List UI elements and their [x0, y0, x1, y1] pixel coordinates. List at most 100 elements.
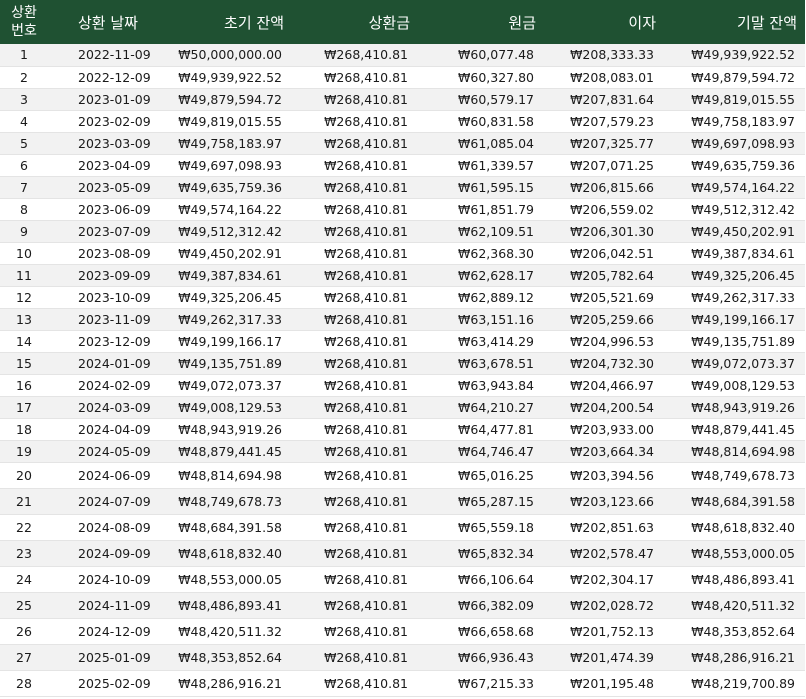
cell-interest[interactable]: ₩203,394.56: [544, 462, 664, 489]
cell-payment-date[interactable]: 2024-07-09: [48, 488, 168, 515]
cell-start-balance[interactable]: ₩48,286,916.21: [168, 670, 292, 697]
cell-interest[interactable]: ₩201,195.48: [544, 670, 664, 697]
cell-payment[interactable]: ₩268,410.81: [292, 352, 418, 375]
cell-start-balance[interactable]: ₩49,819,015.55: [168, 110, 292, 133]
cell-principal[interactable]: ₩65,287.15: [418, 488, 544, 515]
cell-payment-number[interactable]: 5: [0, 132, 48, 155]
cell-payment[interactable]: ₩268,410.81: [292, 374, 418, 397]
header-payment-number[interactable]: 상환 번호: [0, 0, 48, 44]
cell-payment[interactable]: ₩268,410.81: [292, 488, 418, 515]
cell-interest[interactable]: ₩203,933.00: [544, 418, 664, 441]
cell-end-balance[interactable]: ₩49,512,312.42: [664, 198, 805, 221]
cell-payment-date[interactable]: 2023-10-09: [48, 286, 168, 309]
cell-payment-number[interactable]: 10: [0, 242, 48, 265]
cell-payment-date[interactable]: 2023-06-09: [48, 198, 168, 221]
cell-payment[interactable]: ₩268,410.81: [292, 308, 418, 331]
cell-interest[interactable]: ₩206,301.30: [544, 220, 664, 243]
cell-end-balance[interactable]: ₩49,879,594.72: [664, 66, 805, 89]
cell-end-balance[interactable]: ₩48,684,391.58: [664, 488, 805, 515]
cell-payment[interactable]: ₩268,410.81: [292, 198, 418, 221]
cell-payment-date[interactable]: 2023-11-09: [48, 308, 168, 331]
cell-end-balance[interactable]: ₩49,758,183.97: [664, 110, 805, 133]
cell-start-balance[interactable]: ₩49,635,759.36: [168, 176, 292, 199]
cell-start-balance[interactable]: ₩50,000,000.00: [168, 44, 292, 67]
cell-start-balance[interactable]: ₩48,943,919.26: [168, 418, 292, 441]
cell-interest[interactable]: ₩205,259.66: [544, 308, 664, 331]
cell-payment-date[interactable]: 2022-12-09: [48, 66, 168, 89]
cell-start-balance[interactable]: ₩48,879,441.45: [168, 440, 292, 463]
cell-interest[interactable]: ₩202,578.47: [544, 540, 664, 567]
cell-payment[interactable]: ₩268,410.81: [292, 176, 418, 199]
cell-end-balance[interactable]: ₩49,072,073.37: [664, 352, 805, 375]
cell-payment[interactable]: ₩268,410.81: [292, 132, 418, 155]
cell-payment-number[interactable]: 23: [0, 540, 48, 567]
cell-payment[interactable]: ₩268,410.81: [292, 286, 418, 309]
cell-interest[interactable]: ₩203,123.66: [544, 488, 664, 515]
header-principal[interactable]: 원금: [418, 0, 544, 44]
cell-payment[interactable]: ₩268,410.81: [292, 110, 418, 133]
cell-payment[interactable]: ₩268,410.81: [292, 44, 418, 67]
cell-payment[interactable]: ₩268,410.81: [292, 540, 418, 567]
cell-principal[interactable]: ₩61,595.15: [418, 176, 544, 199]
cell-payment-date[interactable]: 2024-03-09: [48, 396, 168, 419]
cell-payment-number[interactable]: 22: [0, 514, 48, 541]
cell-end-balance[interactable]: ₩49,635,759.36: [664, 154, 805, 177]
cell-principal[interactable]: ₩65,016.25: [418, 462, 544, 489]
cell-payment-number[interactable]: 4: [0, 110, 48, 133]
cell-interest[interactable]: ₩205,521.69: [544, 286, 664, 309]
cell-payment-number[interactable]: 19: [0, 440, 48, 463]
cell-end-balance[interactable]: ₩48,618,832.40: [664, 514, 805, 541]
cell-payment[interactable]: ₩268,410.81: [292, 330, 418, 353]
cell-end-balance[interactable]: ₩49,008,129.53: [664, 374, 805, 397]
cell-payment-number[interactable]: 7: [0, 176, 48, 199]
cell-payment-number[interactable]: 16: [0, 374, 48, 397]
cell-payment[interactable]: ₩268,410.81: [292, 462, 418, 489]
cell-payment-date[interactable]: 2025-01-09: [48, 644, 168, 671]
cell-payment[interactable]: ₩268,410.81: [292, 618, 418, 645]
cell-payment-date[interactable]: 2023-05-09: [48, 176, 168, 199]
cell-payment[interactable]: ₩268,410.81: [292, 396, 418, 419]
cell-payment-number[interactable]: 20: [0, 462, 48, 489]
cell-interest[interactable]: ₩206,042.51: [544, 242, 664, 265]
cell-start-balance[interactable]: ₩49,697,098.93: [168, 154, 292, 177]
cell-principal[interactable]: ₩64,477.81: [418, 418, 544, 441]
cell-payment-date[interactable]: 2023-02-09: [48, 110, 168, 133]
cell-end-balance[interactable]: ₩48,219,700.89: [664, 670, 805, 697]
cell-end-balance[interactable]: ₩49,450,202.91: [664, 220, 805, 243]
cell-principal[interactable]: ₩65,832.34: [418, 540, 544, 567]
cell-payment-date[interactable]: 2024-04-09: [48, 418, 168, 441]
header-end-balance[interactable]: 기말 잔액: [664, 0, 805, 44]
header-start-balance[interactable]: 초기 잔액: [168, 0, 292, 44]
cell-payment-date[interactable]: 2024-06-09: [48, 462, 168, 489]
cell-start-balance[interactable]: ₩48,486,893.41: [168, 592, 292, 619]
cell-start-balance[interactable]: ₩49,135,751.89: [168, 352, 292, 375]
cell-interest[interactable]: ₩204,732.30: [544, 352, 664, 375]
cell-payment-number[interactable]: 25: [0, 592, 48, 619]
cell-principal[interactable]: ₩60,579.17: [418, 88, 544, 111]
cell-end-balance[interactable]: ₩49,262,317.33: [664, 286, 805, 309]
cell-principal[interactable]: ₩66,658.68: [418, 618, 544, 645]
cell-end-balance[interactable]: ₩48,749,678.73: [664, 462, 805, 489]
cell-payment-number[interactable]: 27: [0, 644, 48, 671]
cell-interest[interactable]: ₩208,333.33: [544, 44, 664, 67]
cell-payment[interactable]: ₩268,410.81: [292, 264, 418, 287]
cell-payment-number[interactable]: 21: [0, 488, 48, 515]
cell-start-balance[interactable]: ₩49,939,922.52: [168, 66, 292, 89]
cell-start-balance[interactable]: ₩48,353,852.64: [168, 644, 292, 671]
cell-interest[interactable]: ₩201,474.39: [544, 644, 664, 671]
cell-payment-date[interactable]: 2024-10-09: [48, 566, 168, 593]
cell-interest[interactable]: ₩206,559.02: [544, 198, 664, 221]
cell-payment-number[interactable]: 13: [0, 308, 48, 331]
cell-payment[interactable]: ₩268,410.81: [292, 644, 418, 671]
cell-interest[interactable]: ₩206,815.66: [544, 176, 664, 199]
cell-end-balance[interactable]: ₩48,353,852.64: [664, 618, 805, 645]
cell-payment[interactable]: ₩268,410.81: [292, 242, 418, 265]
cell-end-balance[interactable]: ₩48,420,511.32: [664, 592, 805, 619]
cell-payment-date[interactable]: 2023-08-09: [48, 242, 168, 265]
cell-interest[interactable]: ₩204,200.54: [544, 396, 664, 419]
cell-start-balance[interactable]: ₩49,758,183.97: [168, 132, 292, 155]
cell-payment-number[interactable]: 17: [0, 396, 48, 419]
cell-interest[interactable]: ₩204,466.97: [544, 374, 664, 397]
cell-principal[interactable]: ₩63,414.29: [418, 330, 544, 353]
cell-principal[interactable]: ₩60,327.80: [418, 66, 544, 89]
